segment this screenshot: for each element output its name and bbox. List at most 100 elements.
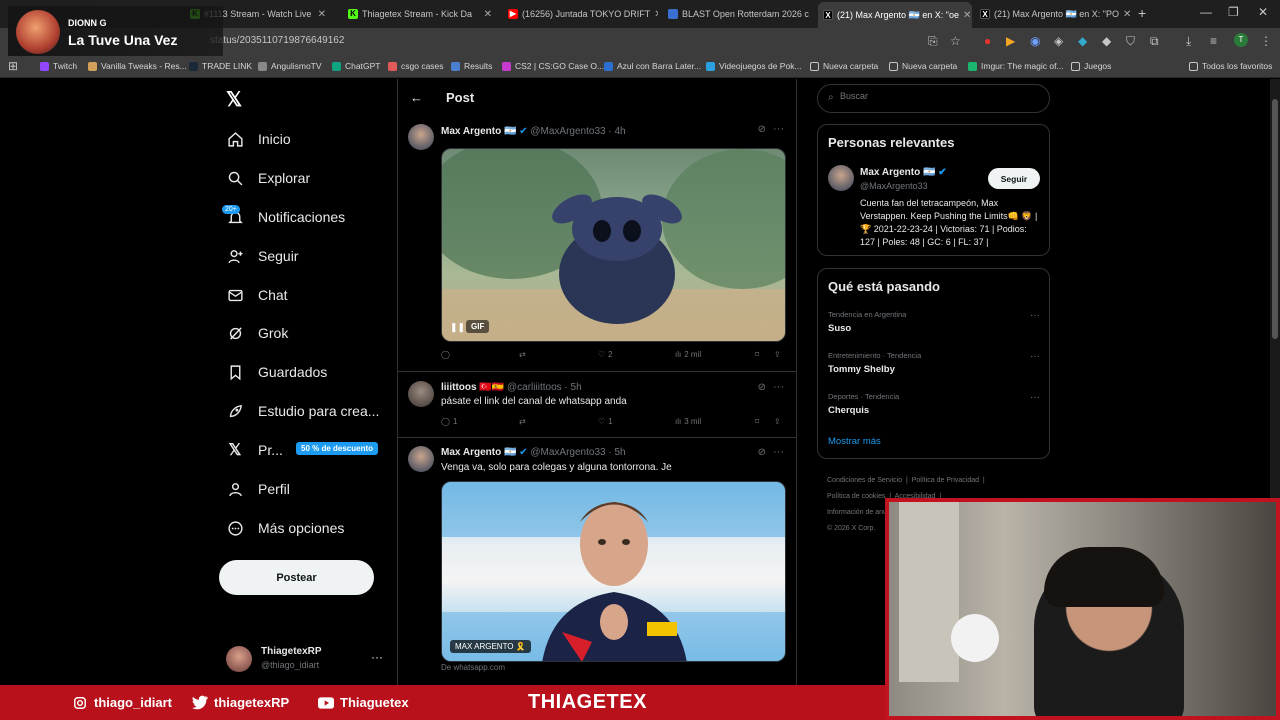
- bookmark[interactable]: Imgur: The magic of...: [968, 61, 1064, 71]
- shield-icon[interactable]: ⛉: [1126, 34, 1135, 49]
- kebab-menu-icon[interactable]: ⋮: [1260, 34, 1272, 48]
- bookmark[interactable]: Videojuegos de Pok...: [706, 61, 802, 71]
- trend-item[interactable]: Tendencia en Argentina Suso ···: [828, 310, 1040, 334]
- source-link[interactable]: De whatsapp.com: [441, 663, 505, 672]
- sidebar-item-estudio[interactable]: Estudio para crea...: [226, 399, 379, 423]
- bookmark-folder[interactable]: Nueva carpeta: [889, 61, 957, 71]
- bookmark[interactable]: ChatGPT: [332, 61, 380, 71]
- more-icon[interactable]: ···: [1030, 310, 1040, 321]
- extension-icon[interactable]: ◆: [1102, 34, 1111, 48]
- profile-icon[interactable]: T: [1234, 33, 1248, 47]
- tweet-handle[interactable]: @MaxArgento33: [530, 447, 605, 458]
- bookmark[interactable]: Twitch: [40, 61, 77, 71]
- download-icon[interactable]: ⤓: [1186, 34, 1191, 49]
- link-preview-image[interactable]: MAX ARGENTO 🎗️: [441, 481, 786, 662]
- bookmark[interactable]: AngulismoTV: [258, 61, 322, 71]
- tweet[interactable]: liiittoos 🇹🇷🇪🇸 @carliiittoos · 5h ⊘ ··· …: [398, 373, 796, 438]
- reply-button[interactable]: ◯: [441, 350, 453, 359]
- trend-item[interactable]: Deportes · Tendencia Cherquis ···: [828, 392, 1040, 416]
- views-button[interactable]: ılı 2 mil: [675, 350, 701, 359]
- gif-media[interactable]: ❚❚ GIF: [441, 148, 786, 342]
- footer-link[interactable]: Política de cookies: [827, 493, 885, 500]
- sidebar-item-guardados[interactable]: Guardados: [226, 360, 327, 384]
- avatar[interactable]: [408, 446, 434, 472]
- bookmark-folder[interactable]: Todos los favoritos: [1189, 61, 1272, 71]
- new-tab-icon[interactable]: +: [1138, 5, 1146, 21]
- url-field[interactable]: status/2035110719876649162: [210, 35, 344, 46]
- extension-icon[interactable]: ●: [984, 34, 991, 48]
- close-icon[interactable]: ✕: [963, 10, 972, 21]
- tweet-handle[interactable]: @MaxArgento33: [530, 126, 605, 137]
- sidebar-item-inicio[interactable]: Inicio: [226, 127, 291, 151]
- more-icon[interactable]: ···: [773, 446, 784, 458]
- install-icon[interactable]: ⎘: [928, 34, 938, 49]
- browser-tab-active[interactable]: X (21) Max Argento 🇦🇷 en X: "oe ✕: [818, 2, 972, 28]
- relevant-user-handle[interactable]: @MaxArgento33: [860, 181, 928, 191]
- bookmark-folder[interactable]: Nueva carpeta: [810, 61, 878, 71]
- extension-icon[interactable]: ◈: [1054, 34, 1063, 48]
- sidebar-item-perfil[interactable]: Perfil: [226, 477, 290, 501]
- back-arrow-icon[interactable]: ←: [410, 90, 423, 105]
- share-button[interactable]: ⇪: [774, 417, 781, 426]
- browser-tab[interactable]: BLAST Open Rotterdam 2026 c ✕: [668, 4, 814, 24]
- extension-icon[interactable]: ◆: [1078, 34, 1087, 48]
- extension-icon[interactable]: ▶: [1006, 34, 1015, 48]
- tweet-handle[interactable]: @carliiittoos: [507, 382, 562, 393]
- repost-button[interactable]: ⇄: [519, 417, 529, 426]
- tweet[interactable]: Max Argento 🇦🇷 ✔ @MaxArgento33 · 4h ⊘ ··…: [398, 117, 796, 372]
- bookmark[interactable]: Results: [451, 61, 492, 71]
- puzzle-icon[interactable]: ⧉: [1150, 34, 1159, 49]
- premium-discount-badge[interactable]: 50 % de descuento: [296, 442, 379, 455]
- sidebar-item-grok[interactable]: Grok: [226, 321, 288, 345]
- scrollbar-thumb[interactable]: [1272, 99, 1278, 339]
- avatar[interactable]: [408, 381, 434, 407]
- sidebar-item-seguir[interactable]: Seguir: [226, 244, 298, 268]
- more-icon[interactable]: ···: [773, 123, 784, 135]
- sidebar-item-chat[interactable]: Chat: [226, 283, 288, 307]
- restore-icon[interactable]: ❐: [1228, 5, 1239, 19]
- tweet[interactable]: Max Argento 🇦🇷 ✔ @MaxArgento33 · 5h ⊘ ··…: [398, 439, 796, 685]
- close-icon[interactable]: ✕: [813, 9, 814, 20]
- more-icon[interactable]: ···: [371, 650, 383, 664]
- browser-tab[interactable]: K Thiagetex Stream - Kick Da ✕: [348, 4, 496, 24]
- reply-button[interactable]: ◯ 1: [441, 417, 457, 426]
- sidebar-item-mas-opciones[interactable]: Más opciones: [226, 516, 344, 540]
- more-icon[interactable]: ···: [1030, 392, 1040, 403]
- footer-link[interactable]: Condiciones de Servicio: [827, 477, 902, 484]
- sidebar-item-premium[interactable]: 𝕏 Pr...: [226, 438, 283, 462]
- tweet-author-name[interactable]: Max Argento 🇦🇷: [441, 126, 516, 137]
- browser-tab[interactable]: ▶ (16256) Juntada TOKYO DRIFT ✕: [508, 4, 658, 24]
- bookmark-button[interactable]: ⌑: [755, 417, 759, 426]
- x-logo-icon[interactable]: 𝕏: [226, 87, 242, 112]
- grok-icon[interactable]: ⊘: [758, 124, 766, 135]
- show-more-link[interactable]: Mostrar más: [828, 436, 881, 447]
- avatar[interactable]: [408, 124, 434, 150]
- avatar[interactable]: [828, 165, 854, 191]
- like-button[interactable]: ♡ 2: [598, 350, 613, 359]
- bookmark-button[interactable]: ⌑: [755, 350, 759, 359]
- relevant-user-name[interactable]: Max Argento 🇦🇷 ✔: [860, 167, 947, 178]
- account-switcher[interactable]: ThiagetexRP @thiago_idiart ···: [226, 642, 386, 674]
- bookmark-folder[interactable]: Juegos: [1071, 61, 1111, 71]
- search-input[interactable]: [840, 91, 1040, 101]
- tweet-author-name[interactable]: liiittoos 🇹🇷🇪🇸: [441, 382, 504, 393]
- grok-icon[interactable]: ⊘: [758, 382, 766, 393]
- menu-icon[interactable]: ≡: [1210, 34, 1217, 48]
- trend-item[interactable]: Entretenimiento · Tendencia Tommy Shelby…: [828, 351, 1040, 375]
- bookmark[interactable]: Vanilla Tweaks - Res...: [88, 61, 187, 71]
- close-window-icon[interactable]: ✕: [1258, 5, 1268, 19]
- repost-button[interactable]: ⇄: [519, 350, 529, 359]
- views-button[interactable]: ılı 3 mil: [675, 417, 701, 426]
- bookmark[interactable]: CS2 | CS:GO Case O...: [502, 61, 604, 71]
- more-icon[interactable]: ···: [773, 381, 784, 393]
- footer-link[interactable]: Política de Privacidad: [912, 477, 979, 484]
- apps-icon[interactable]: ⊞: [8, 59, 18, 73]
- star-icon[interactable]: ☆: [950, 34, 961, 48]
- extension-icon[interactable]: ◉: [1030, 34, 1040, 48]
- tweet-author-name[interactable]: Max Argento 🇦🇷: [441, 447, 516, 458]
- bookmark[interactable]: TRADE LINK: [189, 61, 252, 71]
- pause-icon[interactable]: ❚❚: [450, 322, 465, 333]
- minimize-icon[interactable]: —: [1200, 5, 1212, 19]
- search-box[interactable]: ⌕: [817, 84, 1050, 113]
- bookmark[interactable]: Azul con Barra Later...: [604, 61, 701, 71]
